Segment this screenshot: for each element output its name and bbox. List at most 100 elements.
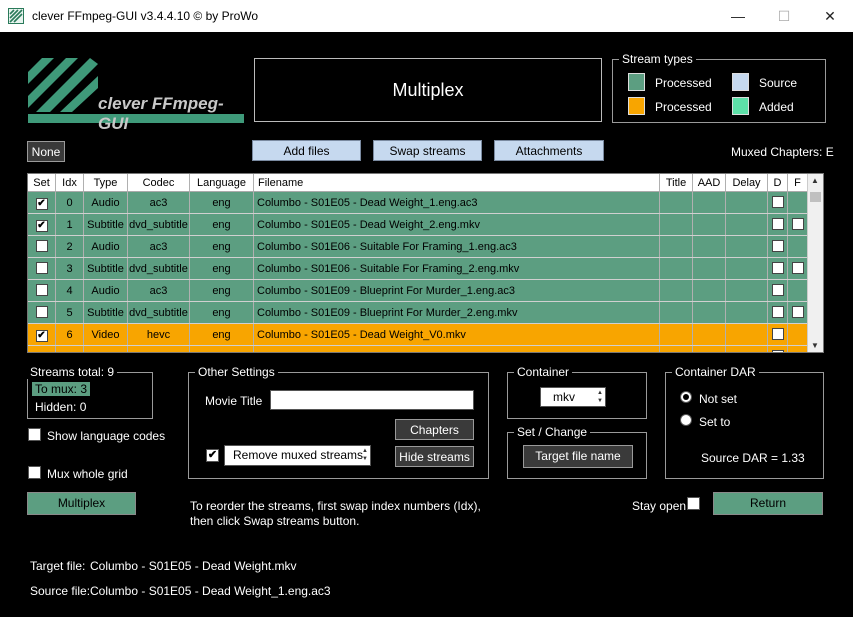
d-checkbox[interactable]	[771, 218, 784, 230]
d-checkbox[interactable]	[771, 328, 784, 340]
cell-f[interactable]	[788, 302, 808, 323]
col-f[interactable]: F	[788, 174, 808, 191]
set-checkbox[interactable]: ✔	[35, 220, 48, 232]
cell-title[interactable]	[660, 302, 693, 323]
cell-idx[interactable]: 4	[56, 280, 84, 301]
col-type[interactable]: Type	[84, 174, 128, 191]
set-checkbox[interactable]	[35, 240, 48, 252]
cell-delay[interactable]	[726, 214, 768, 235]
swap-streams-button[interactable]: Swap streams	[373, 140, 482, 161]
cell-title[interactable]	[660, 280, 693, 301]
scroll-up-icon[interactable]: ▲	[811, 176, 819, 185]
table-row[interactable]: ✔ 6 Video hevc eng Columbo - S01E05 - Dead We…	[28, 324, 808, 346]
cell-title[interactable]	[660, 324, 693, 345]
col-codec[interactable]: Codec	[128, 174, 190, 191]
cell-aad[interactable]	[693, 324, 726, 345]
cell-idx[interactable]: 7	[56, 346, 84, 352]
col-delay[interactable]: Delay	[726, 174, 768, 191]
cell-f[interactable]	[788, 324, 808, 345]
cell-f[interactable]	[788, 192, 808, 213]
close-button[interactable]: ✕	[807, 0, 853, 32]
set-checkbox[interactable]	[35, 306, 48, 318]
cell-idx[interactable]: 3	[56, 258, 84, 279]
cell-f[interactable]	[788, 214, 808, 235]
f-checkbox[interactable]	[791, 218, 804, 230]
spin-icon[interactable]: ▲ ▼	[597, 389, 603, 405]
cell-delay[interactable]	[726, 192, 768, 213]
col-filename[interactable]: Filename	[254, 174, 660, 191]
cell-aad[interactable]	[693, 236, 726, 257]
d-checkbox[interactable]	[771, 350, 784, 352]
set-checkbox[interactable]: ✔	[35, 330, 48, 342]
cell-set[interactable]	[28, 258, 56, 279]
cell-d[interactable]	[768, 258, 788, 279]
f-checkbox[interactable]	[791, 262, 804, 274]
col-idx[interactable]: Idx	[56, 174, 84, 191]
cell-aad[interactable]	[693, 192, 726, 213]
none-button[interactable]: None	[27, 141, 65, 162]
cell-title[interactable]	[660, 214, 693, 235]
cell-delay[interactable]	[726, 324, 768, 345]
cell-delay[interactable]	[726, 258, 768, 279]
d-checkbox[interactable]	[771, 196, 784, 208]
col-set[interactable]: Set	[28, 174, 56, 191]
cell-set[interactable]	[28, 280, 56, 301]
set-checkbox[interactable]: ✔	[36, 352, 48, 353]
add-files-button[interactable]: Add files	[252, 140, 361, 161]
cell-delay[interactable]	[726, 280, 768, 301]
cell-f[interactable]	[788, 258, 808, 279]
set-checkbox[interactable]	[35, 262, 48, 274]
cell-title[interactable]	[660, 192, 693, 213]
streams-grid[interactable]: Set Idx Type Codec Language Filename Tit…	[27, 173, 824, 353]
col-language[interactable]: Language	[190, 174, 254, 191]
multiplex-button[interactable]: Multiplex	[27, 492, 136, 515]
d-checkbox[interactable]	[771, 284, 784, 296]
cell-d[interactable]	[768, 192, 788, 213]
hide-streams-button[interactable]: Hide streams	[395, 446, 474, 467]
cell-title[interactable]	[660, 346, 693, 352]
cell-aad[interactable]	[693, 258, 726, 279]
cell-f[interactable]	[788, 280, 808, 301]
col-d[interactable]: D	[768, 174, 788, 191]
table-row[interactable]: 2 Audio ac3 eng Columbo - S01E06 - Suitable …	[28, 236, 808, 258]
cell-title[interactable]	[660, 236, 693, 257]
cell-idx[interactable]: 5	[56, 302, 84, 323]
cell-delay[interactable]	[726, 346, 768, 352]
scroll-thumb[interactable]	[810, 192, 821, 202]
cell-set[interactable]	[28, 302, 56, 323]
table-row[interactable]: ✔ 0 Audio ac3 eng Columbo - S01E05 - Dead Wei…	[28, 192, 808, 214]
cell-d[interactable]	[768, 324, 788, 345]
cell-f[interactable]	[788, 346, 808, 352]
cell-idx[interactable]: 0	[56, 192, 84, 213]
chapters-button[interactable]: Chapters	[395, 419, 474, 440]
f-checkbox[interactable]	[791, 306, 804, 318]
cell-aad[interactable]	[693, 280, 726, 301]
table-row[interactable]: 5 Subtitle dvd_subtitle eng Columbo - S01E09…	[28, 302, 808, 324]
cell-aad[interactable]	[693, 214, 726, 235]
cell-d[interactable]	[768, 280, 788, 301]
cell-idx[interactable]: 1	[56, 214, 84, 235]
set-to-radio[interactable]	[680, 414, 692, 426]
set-checkbox[interactable]: ✔	[35, 198, 48, 210]
cell-idx[interactable]: 6	[56, 324, 84, 345]
table-row[interactable]: 3 Subtitle dvd_subtitle eng Columbo - S01E06…	[28, 258, 808, 280]
table-row[interactable]: ✔ 1 Subtitle dvd_subtitle eng Columbo - S01E0…	[28, 214, 808, 236]
cell-aad[interactable]	[693, 302, 726, 323]
attachments-button[interactable]: Attachments	[494, 140, 604, 161]
grid-scrollbar[interactable]: ▲ ▼	[807, 174, 823, 352]
cell-d[interactable]	[768, 346, 788, 352]
table-row[interactable]: 4 Audio ac3 eng Columbo - S01E09 - Blueprint…	[28, 280, 808, 302]
not-set-radio[interactable]	[680, 391, 692, 403]
cell-set[interactable]: ✔	[28, 324, 56, 345]
cell-aad[interactable]	[693, 346, 726, 352]
table-row[interactable]: ✔ 7VideohevcengColumbo - S01E06 - Suitabl…	[28, 346, 808, 353]
remove-muxed-checkbox[interactable]: ✔	[206, 449, 219, 462]
d-checkbox[interactable]	[771, 262, 784, 274]
scroll-down-icon[interactable]: ▼	[811, 341, 819, 350]
cell-set[interactable]: ✔	[28, 192, 56, 213]
movie-title-input[interactable]	[270, 390, 474, 410]
mux-grid-checkbox[interactable]	[28, 466, 41, 479]
container-select[interactable]: mkv ▲ ▼	[540, 387, 606, 407]
set-checkbox[interactable]	[35, 284, 48, 296]
remove-muxed-select[interactable]: Remove muxed streams ▲ ▼	[224, 445, 371, 466]
